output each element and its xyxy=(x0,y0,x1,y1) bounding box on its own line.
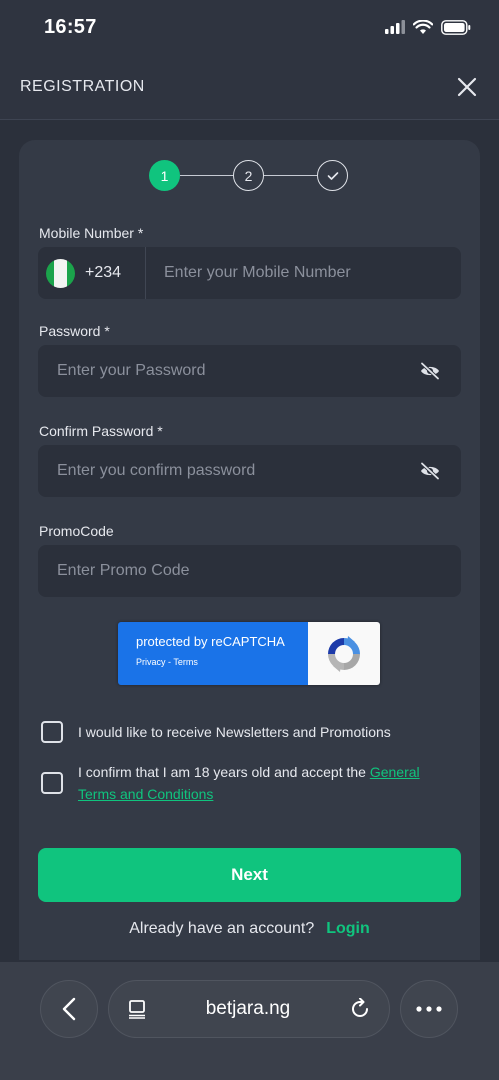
step-3-complete xyxy=(317,160,348,191)
page-title: REGISTRATION xyxy=(20,77,145,95)
close-icon xyxy=(457,77,477,96)
newsletter-label: I would like to receive Newsletters and … xyxy=(78,724,391,740)
battery-icon xyxy=(441,19,471,35)
nigeria-flag-icon xyxy=(46,258,75,288)
eye-slash-icon xyxy=(420,462,440,480)
password-input[interactable] xyxy=(38,345,415,397)
confirm-password-field xyxy=(38,445,461,497)
wifi-icon xyxy=(413,19,433,34)
signal-icon xyxy=(385,20,405,34)
step-2: 2 xyxy=(233,160,264,191)
stepper: 1 2 xyxy=(149,160,349,192)
login-link[interactable]: Login xyxy=(326,920,370,938)
mobile-number-field: +234 xyxy=(38,247,461,299)
browser-toolbar: betjara.ng xyxy=(0,962,499,1080)
mobile-number-label: Mobile Number * xyxy=(39,225,144,241)
url-text: betjara.ng xyxy=(205,998,291,1019)
registration-header: REGISTRATION xyxy=(0,54,499,120)
more-dots-icon xyxy=(416,1006,442,1012)
step-connector xyxy=(180,175,233,176)
mobile-number-input[interactable] xyxy=(146,247,461,299)
next-button[interactable]: Next xyxy=(38,848,461,902)
newsletter-option: I would like to receive Newsletters and … xyxy=(41,721,391,743)
confirm-password-input[interactable] xyxy=(38,445,415,497)
back-button[interactable] xyxy=(40,980,98,1038)
age-terms-option: I confirm that I am 18 years old and acc… xyxy=(41,761,461,805)
promo-code-label: PromoCode xyxy=(39,523,114,539)
promo-code-field xyxy=(38,545,461,597)
eye-slash-icon xyxy=(420,362,440,380)
step-connector xyxy=(264,175,317,176)
login-prompt-text: Already have an account? xyxy=(129,920,315,937)
recaptcha-logo-icon xyxy=(328,635,360,672)
recaptcha-text-panel: protected by reCAPTCHA Privacy - Terms xyxy=(118,622,308,685)
password-field xyxy=(38,345,461,397)
step-1-active: 1 xyxy=(149,160,180,191)
toggle-password-visibility[interactable] xyxy=(415,356,445,386)
recaptcha-logo-panel xyxy=(308,622,380,685)
status-time: 16:57 xyxy=(44,15,97,38)
reload-icon[interactable] xyxy=(349,998,371,1020)
dial-code: +234 xyxy=(85,264,122,281)
recaptcha-privacy-terms[interactable]: Privacy - Terms xyxy=(136,657,308,667)
age-terms-checkbox[interactable] xyxy=(41,772,63,794)
status-bar: 16:57 xyxy=(0,0,499,54)
login-prompt-row: Already have an account? Login xyxy=(19,920,480,938)
status-icons xyxy=(385,19,471,35)
age-terms-label: I confirm that I am 18 years old and acc… xyxy=(78,761,461,805)
confirm-password-label: Confirm Password * xyxy=(39,423,163,439)
age-terms-text: I confirm that I am 18 years old and acc… xyxy=(78,764,366,780)
close-button[interactable] xyxy=(455,75,479,99)
registration-card: 1 2 Mobile Number * +234 Password * xyxy=(19,140,480,960)
newsletter-checkbox[interactable] xyxy=(41,721,63,743)
country-code-selector[interactable]: +234 xyxy=(38,247,146,299)
promo-code-input[interactable] xyxy=(38,545,461,597)
toggle-confirm-password-visibility[interactable] xyxy=(415,456,445,486)
password-label: Password * xyxy=(39,323,110,339)
address-bar[interactable]: betjara.ng xyxy=(108,980,390,1038)
checkmark-icon xyxy=(327,171,338,180)
more-options-button[interactable] xyxy=(400,980,458,1038)
page-menu-icon[interactable] xyxy=(127,999,147,1019)
chevron-left-icon xyxy=(62,997,76,1021)
recaptcha-label: protected by reCAPTCHA xyxy=(136,634,285,649)
recaptcha-badge[interactable]: protected by reCAPTCHA Privacy - Terms xyxy=(118,622,380,685)
